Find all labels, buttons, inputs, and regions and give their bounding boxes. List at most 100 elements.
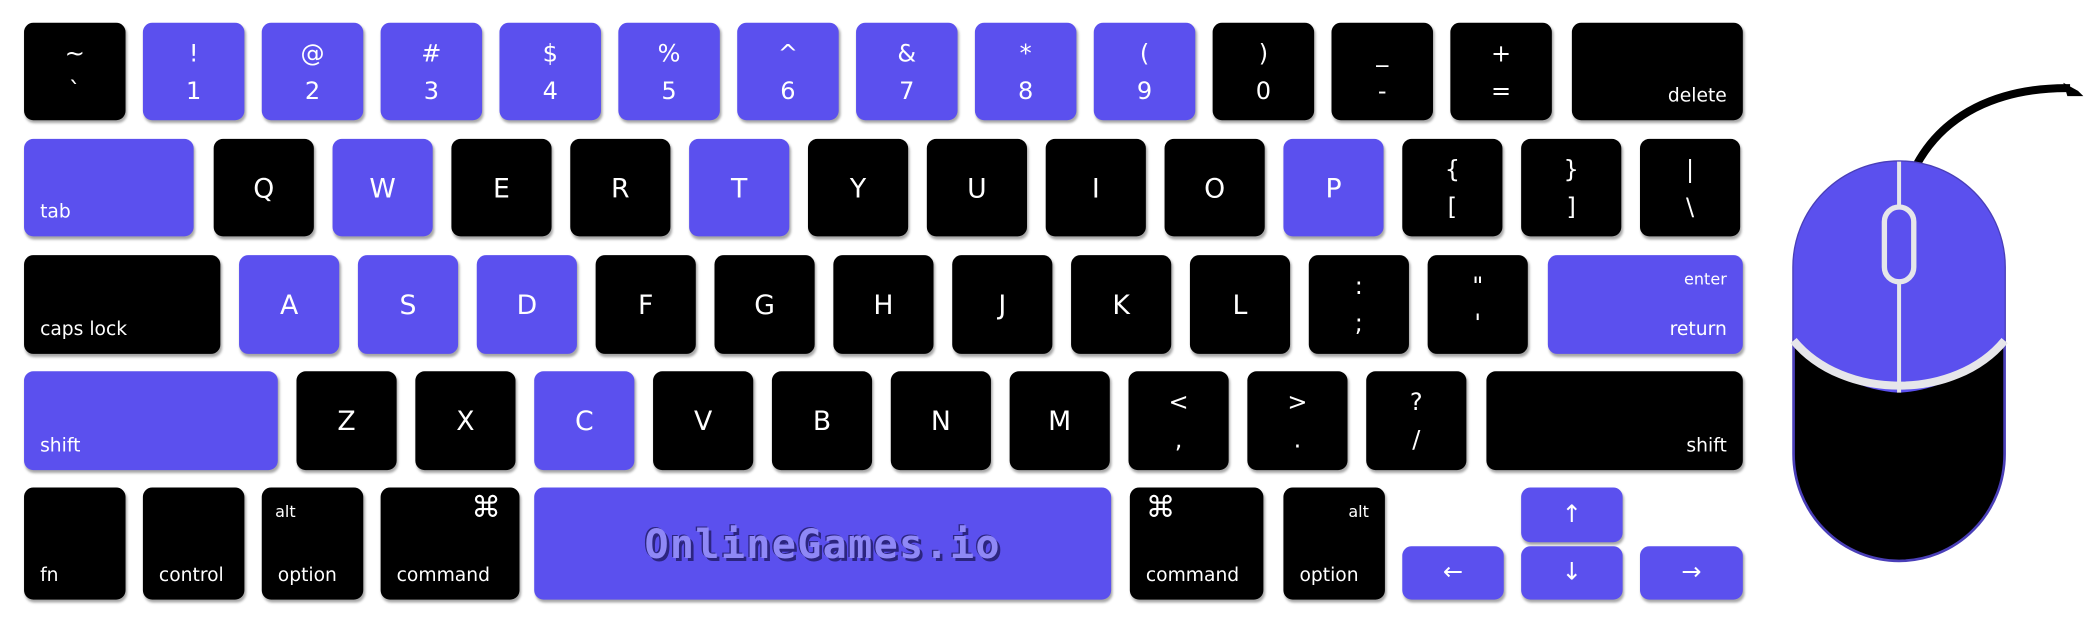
key-delete[interactable]: delete (1571, 22, 1743, 121)
key-sym-3-8[interactable]: <, (1128, 371, 1229, 471)
key-control[interactable]: control (142, 487, 245, 600)
key-b[interactable]: B (771, 371, 873, 471)
key-shift-symbol: * (1019, 40, 1032, 69)
key-command-right[interactable]: ⌘ command (1129, 487, 1264, 600)
key-letter: H (873, 288, 894, 321)
key-label: option (1299, 564, 1359, 587)
key-arrow-left[interactable]: ← (1402, 546, 1504, 600)
key-9[interactable]: (9 (1093, 22, 1196, 121)
key-letter: M (1048, 404, 1072, 437)
key-caps-lock[interactable]: caps lock (24, 255, 221, 354)
key-sym-2-10[interactable]: :; (1308, 255, 1409, 354)
key-letter: W (369, 172, 396, 205)
key-h[interactable]: H (833, 255, 934, 354)
key-n[interactable]: N (890, 371, 991, 471)
key-w[interactable]: W (332, 138, 433, 237)
command-icon: ⌘ (1145, 491, 1176, 525)
key-shift-symbol: { (1444, 156, 1460, 185)
key-a[interactable]: A (239, 255, 340, 354)
key-4[interactable]: $4 (499, 22, 601, 121)
key-shift-left[interactable]: shift (24, 371, 278, 471)
key-option-right[interactable]: alt option (1283, 487, 1385, 600)
key-symbol: [ (1447, 193, 1458, 222)
key-m[interactable]: M (1009, 371, 1110, 471)
key-sym-0-11[interactable]: _ - (1331, 22, 1433, 121)
key-x[interactable]: X (415, 371, 516, 471)
key-command-left[interactable]: ⌘ command (380, 487, 520, 600)
key-symbol: 4 (542, 77, 558, 106)
key-7[interactable]: & 7 (856, 22, 958, 121)
key-v[interactable]: V (653, 371, 754, 471)
key-shift-symbol: @ (300, 40, 325, 69)
key-symbol: ] (1566, 193, 1576, 222)
key-shift-symbol: ^ (777, 40, 799, 69)
key-letter: A (279, 288, 299, 321)
key-l[interactable]: L (1189, 255, 1291, 354)
key-backslash-1-13[interactable]: | \ (1639, 138, 1741, 237)
key-letter: J (998, 288, 1007, 321)
key-sym-3-9[interactable]: >. (1247, 371, 1348, 471)
key-label: shift (40, 435, 81, 457)
key-sym-0-0[interactable]: ~ ` (24, 22, 126, 121)
mouse-icon (1790, 82, 2084, 563)
key-6[interactable]: ^ 6 (737, 22, 839, 121)
key-d[interactable]: D (476, 255, 577, 354)
mouse-scroll-wheel[interactable] (1881, 204, 1917, 285)
key-sublabel: enter (1684, 269, 1727, 289)
key-sym-0-12[interactable]: + = (1450, 22, 1552, 121)
key-symbol: 2 (304, 77, 321, 106)
key-c[interactable]: C (534, 371, 635, 471)
key-symbol: / (1412, 426, 1421, 455)
key-g[interactable]: G (714, 255, 815, 354)
key-shift-symbol: ? (1409, 388, 1423, 417)
key-symbol: 8 (1018, 77, 1034, 106)
key-option-left[interactable]: alt option (261, 487, 364, 600)
key-z[interactable]: Z (296, 371, 397, 471)
key-i[interactable]: I (1045, 138, 1146, 237)
key-3[interactable]: #3 (380, 22, 483, 121)
key-label: shift (1686, 435, 1727, 457)
key-sym-2-11[interactable]: " ' (1427, 255, 1528, 354)
key-sym-1-11[interactable]: {[ (1402, 138, 1503, 237)
key-shift-symbol: > (1287, 388, 1308, 417)
key-p[interactable]: P (1283, 138, 1384, 237)
key-tab[interactable]: tab (24, 138, 194, 237)
key-s[interactable]: S (357, 255, 459, 354)
command-icon: ⌘ (471, 491, 501, 525)
key-8[interactable]: * 8 (974, 22, 1077, 121)
mouse-cord-end (2063, 82, 2084, 97)
key-return[interactable]: enter return (1547, 255, 1743, 354)
key-5[interactable]: % 5 (618, 22, 720, 121)
key-r[interactable]: R (570, 138, 671, 237)
key-2[interactable]: @2 (261, 22, 364, 121)
key-u[interactable]: U (926, 138, 1027, 237)
key-0[interactable]: ) 0 (1212, 22, 1315, 121)
key-1[interactable]: ! 1 (142, 22, 245, 121)
key-letter: G (754, 288, 775, 321)
key-arrow-down[interactable]: ↓ (1521, 546, 1623, 600)
key-y[interactable]: Y (807, 138, 909, 237)
key-label: caps lock (40, 319, 128, 341)
key-sym-1-12[interactable]: }] (1521, 138, 1622, 237)
key-sym-3-10[interactable]: ? / (1366, 371, 1467, 471)
key-shift-symbol: % (657, 40, 681, 69)
key-symbol: 6 (780, 77, 796, 106)
key-arrow-up[interactable]: ↑ (1521, 487, 1623, 543)
key-label: return (1669, 319, 1727, 341)
keyboard-mouse-diagram: ~ `! 1 @2 #3 $4% 5 ^ 6 & 7 * 8(9) 0 _ - + = delete tab Q W E R T… (0, 0, 2094, 625)
key-q[interactable]: Q (213, 138, 314, 237)
key-t[interactable]: T (689, 138, 790, 237)
key-letter: V (694, 404, 713, 437)
key-shift-symbol: | (1686, 156, 1695, 185)
key-e[interactable]: E (451, 138, 552, 237)
key-f[interactable]: F (595, 255, 696, 354)
key-shift-symbol: ! (188, 40, 199, 69)
key-shift-right[interactable]: shift (1486, 371, 1743, 471)
key-o[interactable]: O (1164, 138, 1265, 237)
key-j[interactable]: J (952, 255, 1053, 354)
key-symbol: ; (1354, 309, 1363, 338)
key-fn[interactable]: fn (24, 487, 126, 600)
key-k[interactable]: K (1071, 255, 1172, 354)
key-arrow-right[interactable]: → (1639, 546, 1743, 600)
key-space[interactable]: OnlineGames.io (534, 487, 1112, 600)
